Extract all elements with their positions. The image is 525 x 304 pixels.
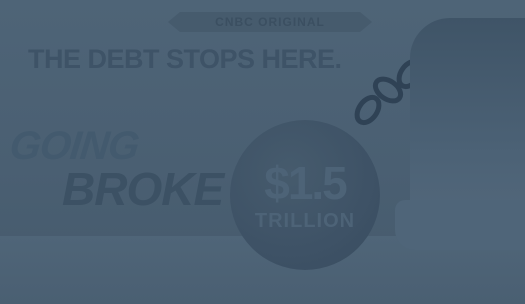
boot-sole xyxy=(395,200,525,250)
ball-and-chain-ball: $1.5 TRILLION xyxy=(230,120,380,270)
ball-amount: $1.5 xyxy=(264,157,348,209)
headline: THE DEBT STOPS HERE. xyxy=(28,44,342,74)
badge: CNBC ORIGINAL xyxy=(168,12,372,32)
poster: CNBC ORIGINAL THE DEBT STOPS HERE. GOING… xyxy=(0,0,525,304)
title-broke: BROKE xyxy=(62,163,224,215)
ball-unit: TRILLION xyxy=(254,210,356,232)
